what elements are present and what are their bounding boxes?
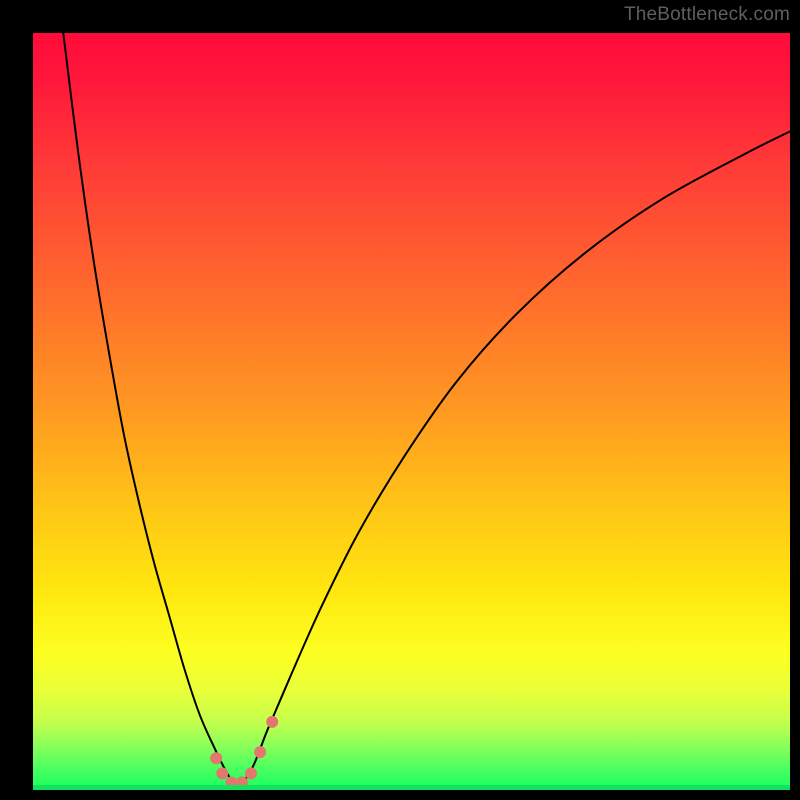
- bottleneck-dot: [245, 767, 257, 779]
- bottleneck-dot: [216, 767, 228, 779]
- watermark-text: TheBottleneck.com: [624, 4, 790, 26]
- bottleneck-dot: [266, 716, 278, 728]
- curve-svg: [33, 33, 790, 790]
- bottleneck-dot: [225, 776, 237, 788]
- plot-area: [33, 33, 790, 790]
- chart-frame: TheBottleneck.com: [0, 0, 800, 800]
- bottleneck-dot: [254, 746, 266, 758]
- bottleneck-dot: [210, 752, 222, 764]
- bottleneck-dot: [236, 776, 248, 788]
- bottleneck-curve: [63, 33, 790, 786]
